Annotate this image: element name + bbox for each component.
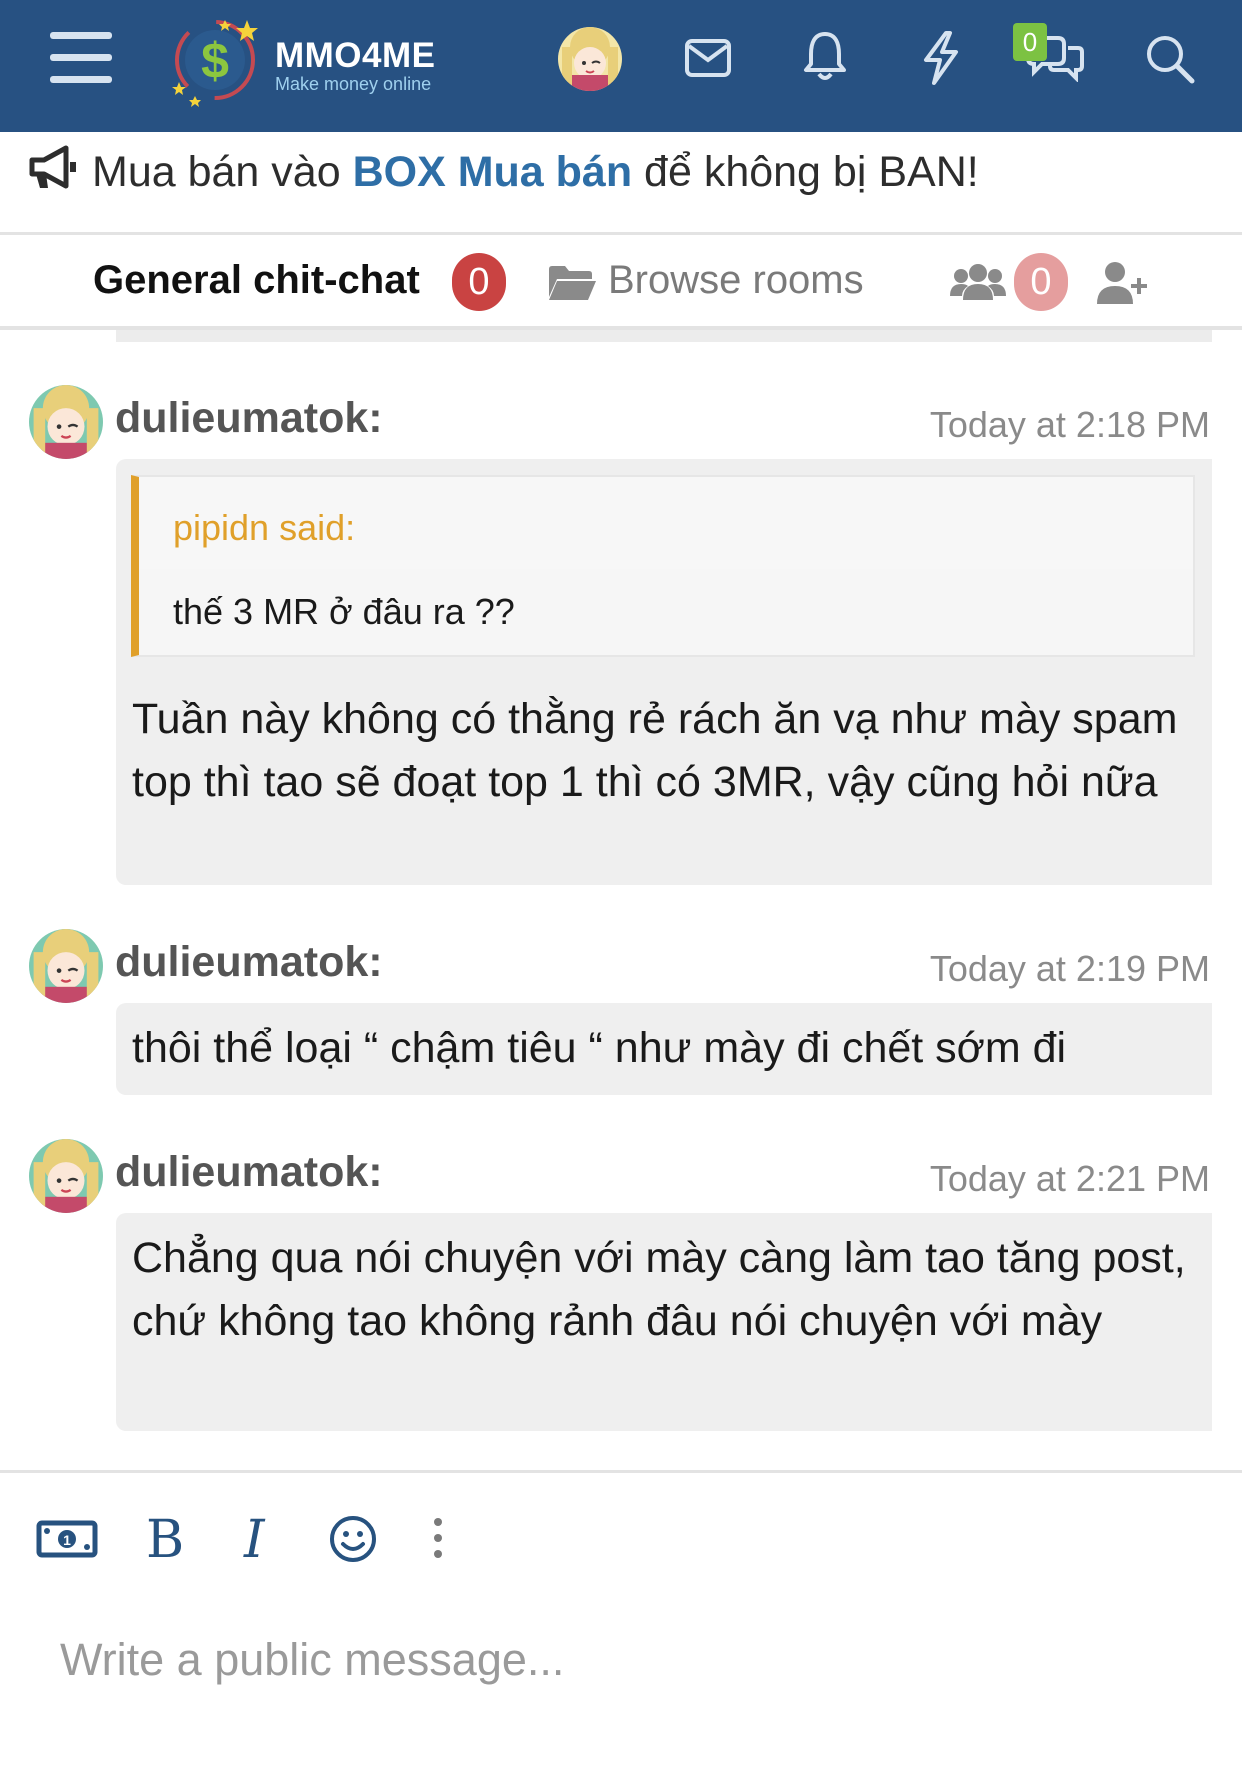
megaphone-icon (28, 144, 80, 201)
avatar[interactable] (29, 385, 103, 459)
svg-text:1: 1 (63, 1532, 71, 1548)
quote-text: thế 3 MR ở đâu ra ?? (173, 591, 515, 632)
folder-icon[interactable] (547, 263, 597, 303)
message-username[interactable]: dulieumatok: (115, 394, 383, 443)
bell-icon[interactable] (802, 30, 848, 82)
notice-banner: Mua bán vào BOX Mua bán để không bị BAN! (28, 144, 1228, 204)
logo-name[interactable]: MMO4ME (275, 36, 436, 76)
notice-suffix: để không bị BAN! (632, 148, 979, 196)
italic-icon[interactable]: I (240, 1510, 276, 1570)
browse-rooms-button[interactable]: Browse rooms (608, 258, 864, 303)
message-timestamp: Today at 2:18 PM (929, 404, 1210, 445)
notice-link[interactable]: BOX Mua bán (353, 148, 633, 196)
bolt-icon[interactable] (920, 30, 962, 86)
message-username[interactable]: dulieumatok: (115, 1148, 383, 1197)
more-icon[interactable] (428, 1516, 448, 1562)
avatar[interactable] (558, 27, 622, 91)
message-username[interactable]: dulieumatok: (115, 938, 383, 987)
envelope-icon[interactable] (684, 38, 732, 78)
money-icon[interactable]: 1 (36, 1518, 98, 1560)
avatar[interactable] (29, 1139, 103, 1213)
room-count-badge: 0 (452, 253, 506, 311)
previous-message-edge (116, 330, 1212, 342)
top-nav-bar: $ MMO4ME Make money online 0 (0, 0, 1242, 132)
svg-text:$: $ (201, 33, 229, 89)
message-quote: pipidn said: thế 3 MR ở đâu ra ?? (131, 475, 1195, 657)
tab-general-chit-chat[interactable]: General chit-chat (93, 258, 420, 303)
bold-icon[interactable]: B (144, 1510, 184, 1570)
divider (0, 1470, 1242, 1473)
logo-icon[interactable]: $ (165, 12, 270, 108)
notice-prefix: Mua bán vào (92, 148, 353, 196)
svg-text:B: B (146, 1510, 184, 1566)
message-text: Chẳng qua nói chuyện với mày càng làm ta… (132, 1234, 1186, 1345)
message-bubble: Chẳng qua nói chuyện với mày càng làm ta… (116, 1213, 1212, 1431)
search-icon[interactable] (1144, 33, 1196, 85)
menu-icon[interactable] (48, 30, 114, 86)
logo-tagline: Make money online (275, 74, 432, 94)
avatar[interactable] (29, 929, 103, 1003)
divider (0, 232, 1242, 235)
quote-author[interactable]: pipidn said: (173, 507, 355, 549)
members-count-badge: 0 (1014, 253, 1068, 311)
message-input[interactable] (60, 1630, 1210, 1690)
browse-rooms-label: Browse rooms (608, 258, 864, 302)
users-icon[interactable] (950, 262, 1006, 302)
message-text: thôi thể loại “ chậm tiêu “ như mày đi c… (132, 1024, 1067, 1072)
smiley-icon[interactable] (328, 1514, 378, 1564)
message-text: Tuần này không có thằng rẻ rách ăn vạ nh… (132, 695, 1178, 806)
message-timestamp: Today at 2:21 PM (929, 1158, 1210, 1199)
conversations-badge: 0 (1013, 23, 1047, 61)
message-bubble: thôi thể loại “ chậm tiêu “ như mày đi c… (116, 1003, 1212, 1095)
user-plus-icon[interactable] (1095, 260, 1151, 306)
message-timestamp: Today at 2:19 PM (929, 948, 1210, 989)
svg-text:I: I (243, 1510, 266, 1566)
